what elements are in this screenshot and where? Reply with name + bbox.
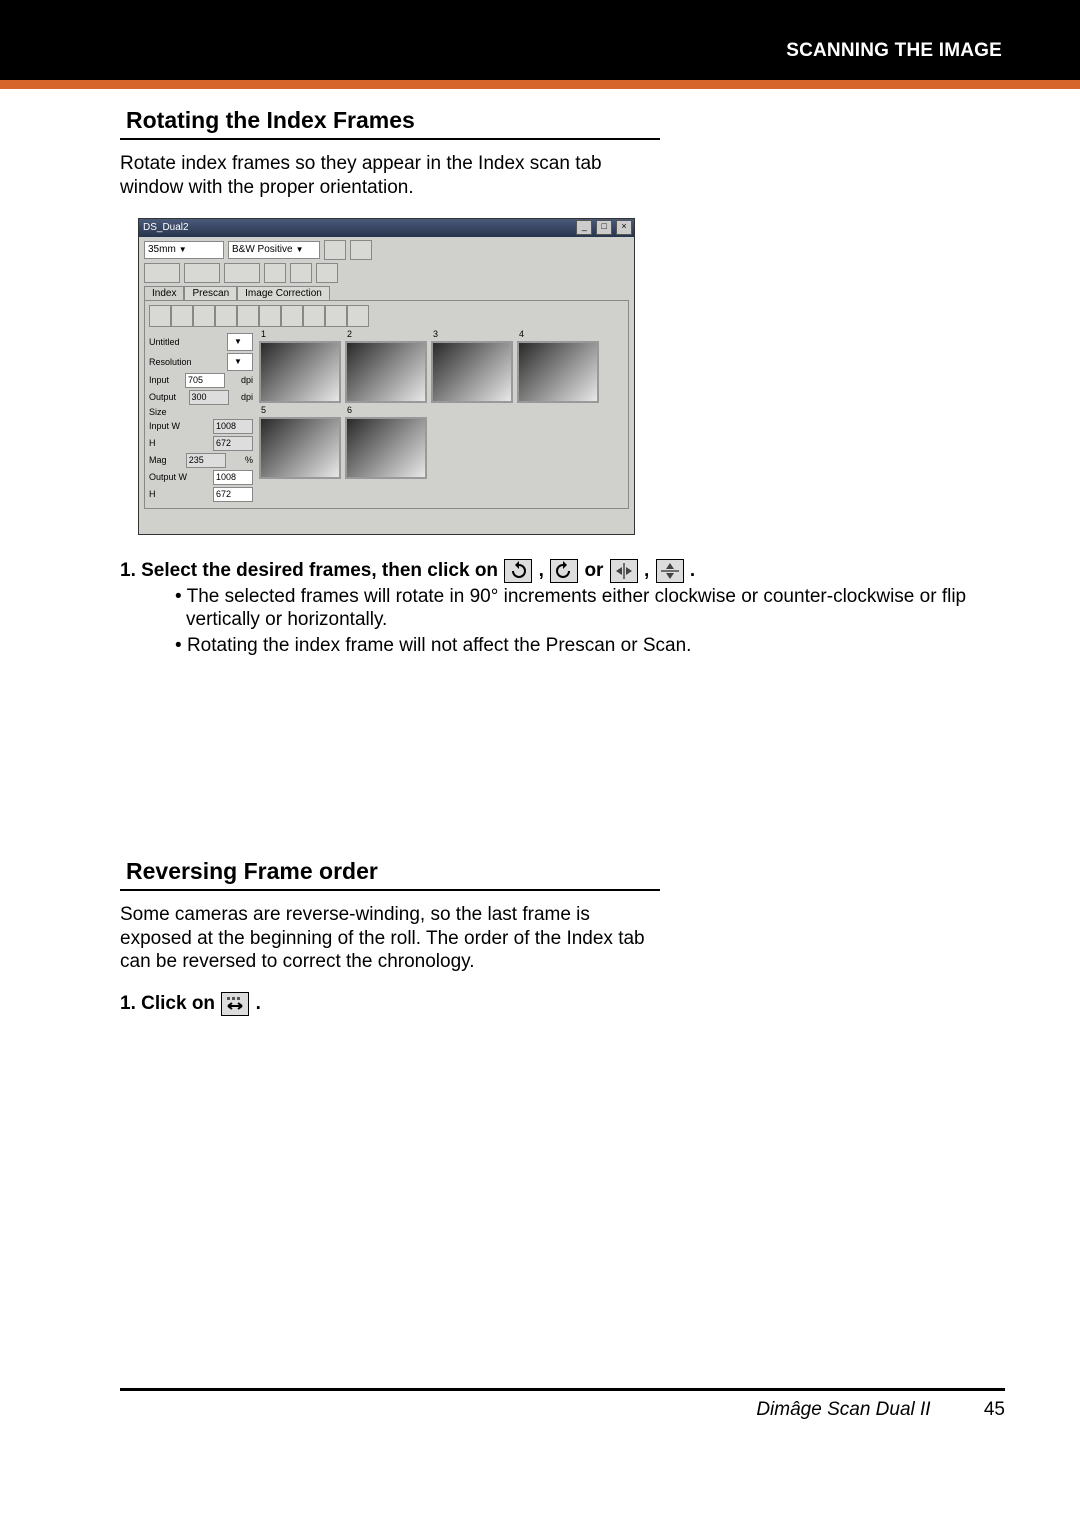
eject-icon[interactable] (264, 263, 286, 283)
section1-bullets: The selected frames will rotate in 90° i… (146, 585, 1005, 658)
tab-index[interactable]: Index (144, 286, 184, 300)
output-res-field[interactable] (189, 390, 229, 405)
thumbnail-3[interactable]: 3 (431, 331, 513, 403)
inputw-field[interactable] (213, 419, 253, 434)
thumbnail-grid: 1 2 3 4 5 6 (259, 331, 624, 504)
outputw-field[interactable] (213, 470, 253, 485)
close-icon[interactable]: × (616, 220, 632, 235)
spacer (120, 1018, 1005, 1308)
mag-label: Mag (149, 455, 167, 465)
window-titlebar: DS_Dual2 _ □ × (139, 219, 634, 237)
resolution-label: Resolution (149, 357, 192, 367)
flip-horizontal-icon[interactable] (610, 559, 638, 583)
tab-strip: Index Prescan Image Correction (139, 286, 634, 300)
header-title: SCANNING THE IMAGE (786, 40, 1002, 62)
fit-icon[interactable] (237, 305, 259, 327)
input-res-field[interactable] (185, 373, 225, 388)
flip-h-icon[interactable] (193, 305, 215, 327)
inputh-label: H (149, 438, 156, 448)
mag-field[interactable] (186, 453, 226, 468)
thumbnail-1[interactable]: 1 (259, 331, 341, 403)
section-heading-reversing: Reversing Frame order (120, 858, 1005, 887)
section1-step1: 1. Select the desired frames, then click… (120, 559, 1005, 583)
window-controls: _ □ × (575, 220, 632, 235)
product-name: Dimâge Scan Dual II (756, 1399, 930, 1420)
film-format-dropdown[interactable]: 35mm▼ (144, 241, 224, 259)
toolbar-icon[interactable] (350, 240, 372, 260)
minimize-icon[interactable]: _ (576, 220, 592, 235)
toolbar-icon[interactable] (325, 305, 347, 327)
section1-intro: Rotate index frames so they appear in th… (120, 152, 660, 200)
toolbar-icon[interactable] (324, 240, 346, 260)
job-dropdown[interactable]: ▼ (227, 333, 253, 351)
thumbnail-5[interactable]: 5 (259, 407, 341, 479)
header-accent-strip (0, 80, 1080, 89)
section2-intro: Some cameras are reverse-winding, so the… (120, 903, 660, 974)
toolbar-top: 35mm▼ B&W Positive▼ (139, 237, 634, 263)
scan-icon[interactable] (224, 263, 260, 283)
film-type-dropdown[interactable]: B&W Positive▼ (228, 241, 320, 259)
size-label: Size (149, 407, 167, 417)
help-icon[interactable] (316, 263, 338, 283)
reverse-order-icon[interactable] (259, 305, 281, 327)
output-res-label: Output (149, 392, 176, 402)
toolbar-main (139, 263, 634, 286)
reverse-frame-order-icon[interactable] (221, 992, 249, 1016)
page-footer: Dimâge Scan Dual II 45 (0, 1388, 1080, 1451)
prescan-icon[interactable] (184, 263, 220, 283)
inputw-label: Input W (149, 421, 180, 431)
outputh-field[interactable] (213, 487, 253, 502)
section-heading-rotating: Rotating the Index Frames (120, 107, 1005, 136)
bullet-item: The selected frames will rotate in 90° i… (186, 585, 1005, 633)
app-screenshot: DS_Dual2 _ □ × 35mm▼ B&W Positive▼ Index… (138, 218, 635, 535)
header-bar: SCANNING THE IMAGE (0, 0, 1080, 80)
heading-rule (120, 889, 660, 891)
heading-rule (120, 138, 660, 140)
index-panel: Untitled▼ Resolution▼ Inputdpi Outputdpi… (144, 300, 629, 509)
spacer (120, 660, 1005, 840)
toolbar-icon[interactable] (347, 305, 369, 327)
maximize-icon[interactable]: □ (596, 220, 612, 235)
thumbnail-2[interactable]: 2 (345, 331, 427, 403)
thumbnail-4[interactable]: 4 (517, 331, 599, 403)
outputw-label: Output W (149, 472, 187, 482)
res-dropdown[interactable]: ▼ (227, 353, 253, 371)
inputh-field[interactable] (213, 436, 253, 451)
index-toolbar (149, 305, 624, 327)
prefs-icon[interactable] (290, 263, 312, 283)
flip-vertical-icon[interactable] (656, 559, 684, 583)
outputh-label: H (149, 489, 156, 499)
rotate-ccw-icon[interactable] (149, 305, 171, 327)
rotate-ccw-icon[interactable] (504, 559, 532, 583)
bullet-item: Rotating the index frame will not affect… (186, 634, 1005, 658)
page-content: Rotating the Index Frames Rotate index f… (0, 107, 1080, 1308)
thumbnail-6[interactable]: 6 (345, 407, 427, 479)
toolbar-icon[interactable] (281, 305, 303, 327)
job-name-label: Untitled (149, 337, 180, 347)
tab-image-correction[interactable]: Image Correction (237, 286, 330, 300)
input-res-label: Input (149, 375, 169, 385)
page-number: 45 (984, 1399, 1005, 1420)
rotate-cw-icon[interactable] (171, 305, 193, 327)
flip-v-icon[interactable] (215, 305, 237, 327)
toolbar-icon[interactable] (303, 305, 325, 327)
settings-sidebar: Untitled▼ Resolution▼ Inputdpi Outputdpi… (149, 331, 253, 504)
window-title: DS_Dual2 (143, 222, 189, 233)
rotate-cw-icon[interactable] (550, 559, 578, 583)
index-scan-icon[interactable] (144, 263, 180, 283)
section2-step1: 1. Click on . (120, 992, 1005, 1016)
tab-prescan[interactable]: Prescan (184, 286, 237, 300)
